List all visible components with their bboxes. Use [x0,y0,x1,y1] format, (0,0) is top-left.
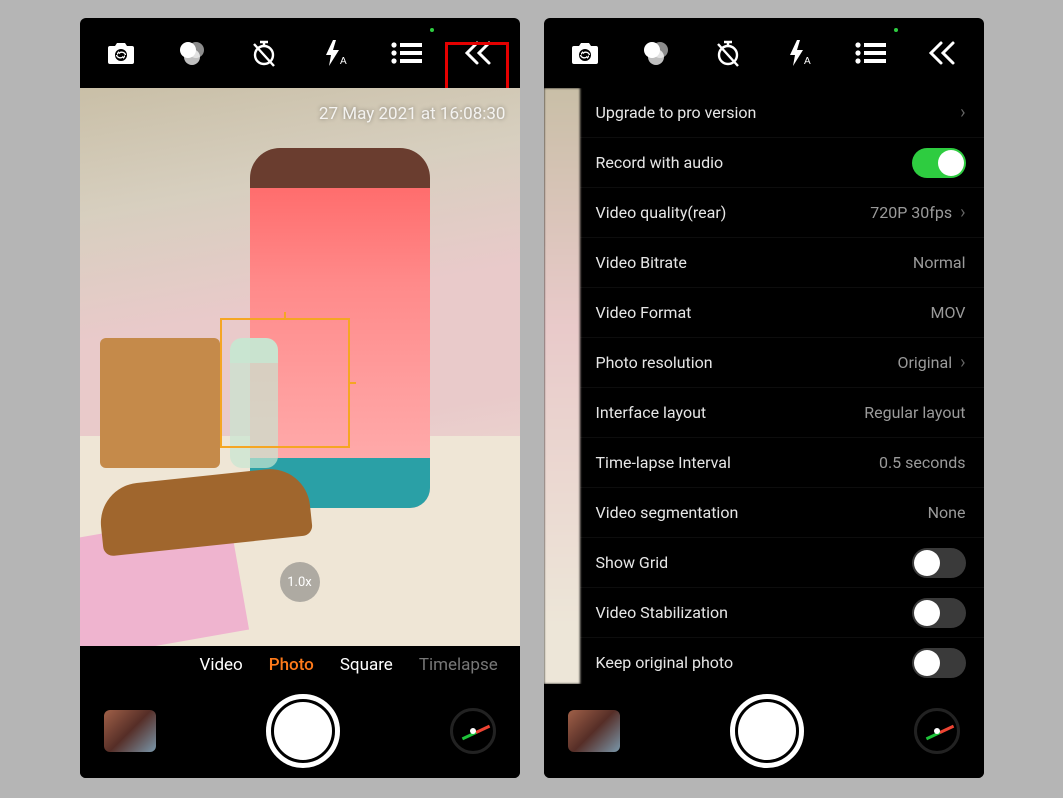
mode-video[interactable]: Video [200,655,243,675]
settings-list-icon[interactable] [383,30,429,76]
setting-row-video-bitrate[interactable]: Video Bitrate Normal [580,238,984,288]
switch-camera-icon[interactable] [562,30,608,76]
setting-row-upgrade-to-pro-version[interactable]: Upgrade to pro version › [580,88,984,138]
setting-label: Video segmentation [596,503,739,522]
setting-label: Video Stabilization [596,603,729,622]
timer-off-icon[interactable] [705,30,751,76]
svg-text:A: A [340,56,347,67]
phone-camera: A 27 May 2021 at 16:08:30 1.0x Video Pho… [80,18,520,778]
setting-label: Keep original photo [596,653,734,672]
camera-toolbar: A [80,18,520,88]
toggle-switch[interactable] [912,598,966,628]
setting-value: Regular layout [864,403,965,422]
focus-indicator[interactable] [220,318,350,448]
toggle-switch[interactable] [912,548,966,578]
setting-value: None [928,503,966,522]
scene-box [100,338,220,468]
setting-value: › [952,102,965,123]
shutter-row [544,684,984,778]
timer-off-icon[interactable] [241,30,287,76]
exposure-meter-button[interactable] [914,708,960,754]
chevron-right-icon: › [960,202,965,223]
viewfinder-sliver [544,88,580,684]
exposure-meter-button[interactable] [450,708,496,754]
filters-icon[interactable] [169,30,215,76]
setting-value: 0.5 seconds [879,453,966,472]
setting-row-video-segmentation[interactable]: Video segmentation None [580,488,984,538]
setting-row-record-with-audio[interactable]: Record with audio [580,138,984,188]
setting-label: Video Format [596,303,692,322]
mode-timelapse[interactable]: Timelapse [419,655,498,675]
shutter-row [80,684,520,778]
settings-list-icon[interactable] [847,30,893,76]
setting-value: MOV [931,303,966,322]
flash-auto-icon[interactable]: A [312,30,358,76]
gallery-thumbnail[interactable] [568,710,620,752]
mode-photo[interactable]: Photo [269,655,314,675]
filters-icon[interactable] [633,30,679,76]
camera-viewfinder[interactable]: 27 May 2021 at 16:08:30 1.0x [80,88,520,646]
mode-square[interactable]: Square [340,655,393,675]
phone-settings: A Upgrade to pro version › Record with aud… [544,18,984,778]
capture-mode-strip[interactable]: Video Photo Square Timelapse [80,646,520,684]
setting-row-video-quality-rear[interactable]: Video quality(rear) 720P 30fps› [580,188,984,238]
setting-label: Show Grid [596,553,669,572]
svg-text:A: A [804,56,811,67]
settings-panel: Upgrade to pro version › Record with audio… [544,88,984,684]
setting-row-keep-original-photo[interactable]: Keep original photo [580,638,984,684]
setting-label: Video quality(rear) [596,203,727,222]
toggle-switch[interactable] [912,648,966,678]
shutter-button[interactable] [730,694,804,768]
chevron-right-icon: › [960,102,965,123]
setting-label: Time-lapse Interval [596,453,731,472]
flash-auto-icon[interactable]: A [776,30,822,76]
setting-row-video-format[interactable]: Video Format MOV [580,288,984,338]
setting-label: Record with audio [596,153,724,172]
setting-value: Normal [913,253,966,272]
setting-row-photo-resolution[interactable]: Photo resolution Original› [580,338,984,388]
setting-label: Video Bitrate [596,253,687,272]
shutter-button[interactable] [266,694,340,768]
setting-row-interface-layout[interactable]: Interface layout Regular layout [580,388,984,438]
setting-value: Original› [897,352,965,373]
setting-value: 720P 30fps› [870,202,965,223]
setting-row-video-stabilization[interactable]: Video Stabilization [580,588,984,638]
chevron-right-icon: › [960,352,965,373]
setting-label: Upgrade to pro version [596,103,757,122]
gallery-thumbnail[interactable] [104,710,156,752]
setting-label: Photo resolution [596,353,713,372]
zoom-badge[interactable]: 1.0x [280,562,320,602]
switch-camera-icon[interactable] [98,30,144,76]
setting-row-show-grid[interactable]: Show Grid [580,538,984,588]
setting-label: Interface layout [596,403,707,422]
setting-row-time-lapse-interval[interactable]: Time-lapse Interval 0.5 seconds [580,438,984,488]
settings-list[interactable]: Upgrade to pro version › Record with audio… [580,88,984,684]
camera-toolbar: A [544,18,984,88]
timestamp-overlay: 27 May 2021 at 16:08:30 [319,104,506,124]
collapse-icon[interactable] [919,30,965,76]
toggle-switch[interactable] [912,148,966,178]
